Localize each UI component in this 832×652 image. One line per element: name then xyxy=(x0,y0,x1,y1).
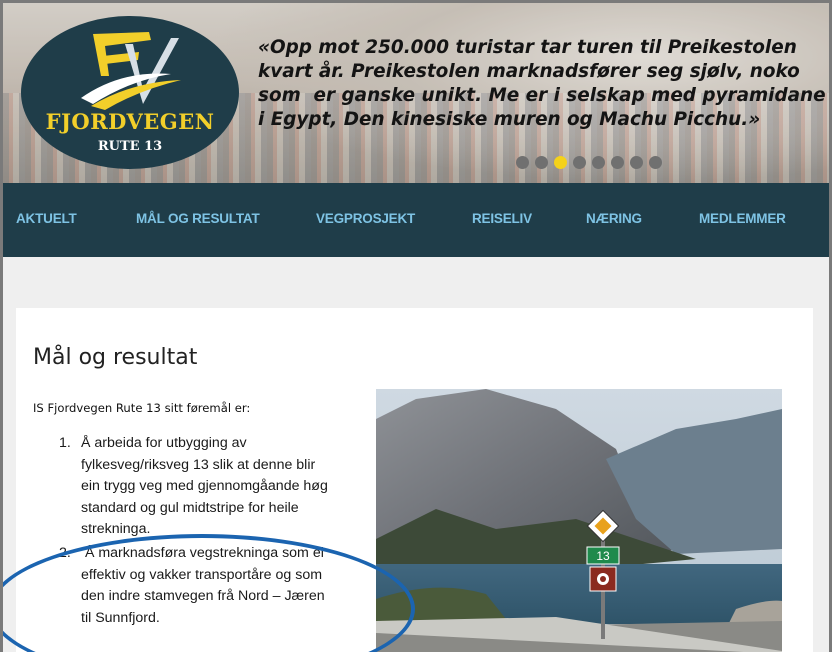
list-number: 1. xyxy=(59,435,71,451)
slider-dot-2[interactable] xyxy=(535,156,548,169)
quote-line: i Egypt, Den kinesiske muren og Machu Pi… xyxy=(258,109,761,130)
page-frame: FJORDVEGEN RUTE 13 «Opp mot 250.000 turi… xyxy=(0,0,832,652)
intro-text: IS Fjordvegen Rute 13 sitt føremål er: xyxy=(33,401,251,415)
fjord-road-image: 13 xyxy=(376,389,782,652)
logo-subtitle: RUTE 13 xyxy=(97,139,163,154)
list-number: 2. xyxy=(59,544,71,561)
slider-dot-5[interactable] xyxy=(592,156,605,169)
slider-dots xyxy=(516,156,662,169)
quote-line: «Opp mot 250.000 turistar tar turen til … xyxy=(258,37,797,58)
hero-quote: «Opp mot 250.000 turistar tar turen til … xyxy=(258,36,828,132)
slider-dot-1[interactable] xyxy=(516,156,529,169)
slider-dot-3[interactable] xyxy=(554,156,567,169)
road-sign-number: 13 xyxy=(596,549,610,563)
quote-line: som er ganske unikt. Me er i selskap med… xyxy=(258,85,826,106)
nav-item-naering[interactable]: NÆRING xyxy=(586,211,642,226)
page-title: Mål og resultat xyxy=(33,345,198,370)
list-item: 1. Å arbeida for utbygging av fylkesveg/… xyxy=(59,435,328,538)
nav-item-vegprosjekt[interactable]: VEGPROSJEKT xyxy=(316,211,415,226)
hero-banner: FJORDVEGEN RUTE 13 «Opp mot 250.000 turi… xyxy=(3,3,829,183)
list-item: 2. Å marknadsføra vegstrekninga som ei e… xyxy=(59,544,325,626)
nav-item-medlemmer[interactable]: MEDLEMMER xyxy=(699,211,786,226)
slider-dot-8[interactable] xyxy=(649,156,662,169)
logo-name: FJORDVEGEN xyxy=(45,109,215,134)
nav-item-aktuelt[interactable]: AKTUELT xyxy=(16,211,77,226)
quote-line: kvart år. Preikestolen marknadsfører seg… xyxy=(258,61,800,82)
main-nav: AKTUELT MÅL OG RESULTAT VEGPROSJEKT REIS… xyxy=(3,183,829,257)
fjord-road-photo: 13 xyxy=(376,389,782,652)
nav-item-reiseliv[interactable]: REISELIV xyxy=(472,211,532,226)
goals-list: 1. Å arbeida for utbygging av fylkesveg/… xyxy=(59,433,349,631)
slider-dot-4[interactable] xyxy=(573,156,586,169)
slider-dot-7[interactable] xyxy=(630,156,643,169)
nav-item-mal-og-resultat[interactable]: MÅL OG RESULTAT xyxy=(136,211,260,226)
site-logo[interactable]: FJORDVEGEN RUTE 13 xyxy=(21,16,239,169)
slider-dot-6[interactable] xyxy=(611,156,624,169)
